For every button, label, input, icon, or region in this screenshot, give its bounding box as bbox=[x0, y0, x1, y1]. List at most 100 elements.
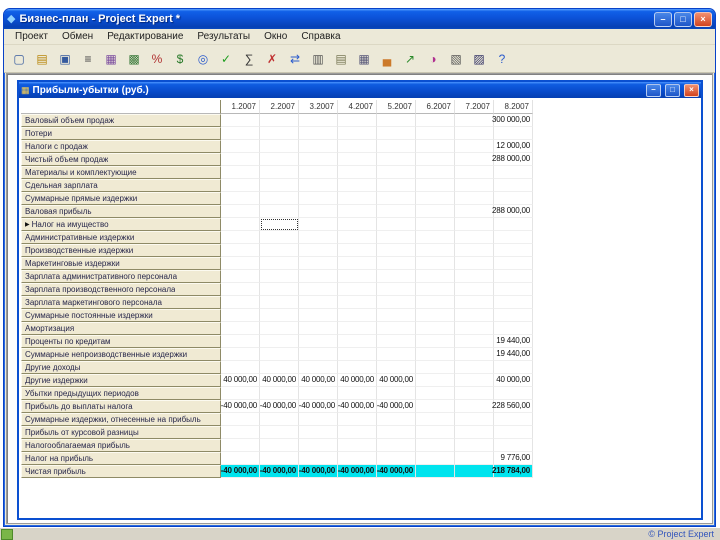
table-cell[interactable] bbox=[494, 127, 533, 140]
table-cell[interactable]: 40 000,00 bbox=[299, 374, 338, 387]
table-cell[interactable]: 300 000,00 bbox=[492, 114, 533, 127]
line-graph-icon[interactable]: ↗ bbox=[399, 47, 421, 70]
row-label[interactable]: Чистый объем продаж bbox=[21, 153, 221, 166]
column-header[interactable]: 7.2007 bbox=[455, 100, 494, 114]
print-report-icon[interactable]: ▨ bbox=[468, 47, 490, 70]
row-label[interactable]: Суммарные непроизводственные издержки bbox=[21, 348, 221, 361]
table-cell[interactable]: 19 440,00 bbox=[494, 348, 533, 361]
table-cell[interactable] bbox=[416, 244, 455, 257]
row-label[interactable]: Проценты по кредитам bbox=[21, 335, 221, 348]
help-icon[interactable]: ? bbox=[491, 47, 513, 70]
table-cell[interactable] bbox=[221, 231, 260, 244]
table-cell[interactable] bbox=[455, 465, 494, 478]
table-cell[interactable] bbox=[455, 127, 494, 140]
table-cell[interactable] bbox=[338, 322, 377, 335]
table-cell[interactable] bbox=[494, 361, 533, 374]
column-header[interactable]: 5.2007 bbox=[377, 100, 416, 114]
row-label[interactable]: Материалы и комплектующие bbox=[21, 166, 221, 179]
row-label[interactable]: Зарплата производственного персонала bbox=[21, 283, 221, 296]
table-cell[interactable] bbox=[338, 114, 377, 127]
row-label[interactable]: Амортизация bbox=[21, 322, 221, 335]
table-cell[interactable] bbox=[416, 218, 455, 231]
table-cell[interactable] bbox=[416, 465, 455, 478]
table-cell[interactable] bbox=[221, 218, 260, 231]
table-cell[interactable] bbox=[494, 439, 533, 452]
table-cell[interactable]: -40 000,00 bbox=[377, 465, 416, 478]
menu-item-5[interactable]: Окно bbox=[257, 30, 294, 43]
percent-icon[interactable]: % bbox=[146, 47, 168, 70]
row-label[interactable]: Сдельная зарплата bbox=[21, 179, 221, 192]
calendar-icon[interactable]: ▦ bbox=[100, 47, 122, 70]
table-cell[interactable] bbox=[416, 127, 455, 140]
table-cell[interactable] bbox=[455, 361, 494, 374]
table-cell[interactable] bbox=[494, 218, 533, 231]
table-cell[interactable] bbox=[221, 166, 260, 179]
row-label[interactable]: Валовая прибыль bbox=[21, 205, 221, 218]
table-cell[interactable] bbox=[260, 153, 299, 166]
report-restore-button[interactable]: □ bbox=[665, 83, 680, 97]
table-cell[interactable] bbox=[494, 413, 533, 426]
row-label[interactable]: Чистая прибыль bbox=[21, 465, 221, 478]
table-cell[interactable] bbox=[299, 114, 338, 127]
table-cell[interactable] bbox=[299, 439, 338, 452]
table-cell[interactable] bbox=[299, 257, 338, 270]
table-cell[interactable] bbox=[299, 413, 338, 426]
table-cell[interactable] bbox=[338, 140, 377, 153]
table-cell[interactable] bbox=[338, 309, 377, 322]
table-cell[interactable] bbox=[416, 179, 455, 192]
table-cell[interactable] bbox=[455, 387, 494, 400]
table-cell[interactable] bbox=[338, 413, 377, 426]
row-label[interactable]: Другие доходы bbox=[21, 361, 221, 374]
table-cell[interactable] bbox=[455, 309, 494, 322]
table-cell[interactable] bbox=[416, 439, 455, 452]
table-cell[interactable] bbox=[221, 452, 260, 465]
table-cell[interactable] bbox=[377, 309, 416, 322]
profit-table-icon[interactable]: ▤ bbox=[330, 47, 352, 70]
table-cell[interactable] bbox=[221, 140, 260, 153]
table-cell[interactable] bbox=[338, 205, 377, 218]
table-cell[interactable] bbox=[338, 348, 377, 361]
table-cell[interactable] bbox=[299, 179, 338, 192]
menu-item-3[interactable]: Редактирование bbox=[100, 30, 190, 43]
table-cell[interactable] bbox=[260, 192, 299, 205]
table-cell[interactable] bbox=[299, 387, 338, 400]
table-cell[interactable]: 288 000,00 bbox=[492, 153, 533, 166]
table-cell[interactable] bbox=[221, 127, 260, 140]
calculator-icon[interactable]: ▩ bbox=[123, 47, 145, 70]
close-button[interactable]: × bbox=[694, 11, 712, 27]
table-cell[interactable] bbox=[416, 387, 455, 400]
table-cell[interactable] bbox=[455, 283, 494, 296]
table-cell[interactable] bbox=[338, 257, 377, 270]
table-cell[interactable] bbox=[377, 322, 416, 335]
table-cell[interactable] bbox=[338, 296, 377, 309]
table-cell[interactable] bbox=[221, 270, 260, 283]
table-cell[interactable] bbox=[377, 244, 416, 257]
table-cell[interactable] bbox=[416, 166, 455, 179]
table-cell[interactable] bbox=[338, 179, 377, 192]
recalc-icon[interactable]: ∑ bbox=[238, 47, 260, 70]
report-close-button[interactable]: × bbox=[684, 83, 699, 97]
column-header[interactable]: 4.2007 bbox=[338, 100, 377, 114]
row-label[interactable]: Налогооблагаемая прибыль bbox=[21, 439, 221, 452]
table-cell[interactable] bbox=[377, 335, 416, 348]
table-cell[interactable] bbox=[377, 452, 416, 465]
table-cell[interactable] bbox=[338, 166, 377, 179]
table-cell[interactable]: -40 000,00 bbox=[260, 465, 299, 478]
table-cell[interactable]: 40 000,00 bbox=[221, 374, 260, 387]
row-label[interactable]: Налоги с продаж bbox=[21, 140, 221, 153]
table-cell[interactable] bbox=[221, 426, 260, 439]
table-cell[interactable] bbox=[455, 413, 494, 426]
table-cell[interactable] bbox=[221, 309, 260, 322]
table-cell[interactable] bbox=[221, 283, 260, 296]
table-cell[interactable] bbox=[377, 205, 416, 218]
table-cell[interactable] bbox=[377, 426, 416, 439]
table-cell[interactable] bbox=[494, 179, 533, 192]
table-cell[interactable] bbox=[377, 153, 416, 166]
table-cell[interactable] bbox=[260, 218, 299, 231]
table-cell[interactable] bbox=[377, 270, 416, 283]
table-cell[interactable] bbox=[416, 153, 455, 166]
table-cell[interactable] bbox=[377, 179, 416, 192]
table-cell[interactable] bbox=[494, 270, 533, 283]
table-cell[interactable] bbox=[377, 192, 416, 205]
table-cell[interactable]: 228 560,00 bbox=[492, 400, 533, 413]
